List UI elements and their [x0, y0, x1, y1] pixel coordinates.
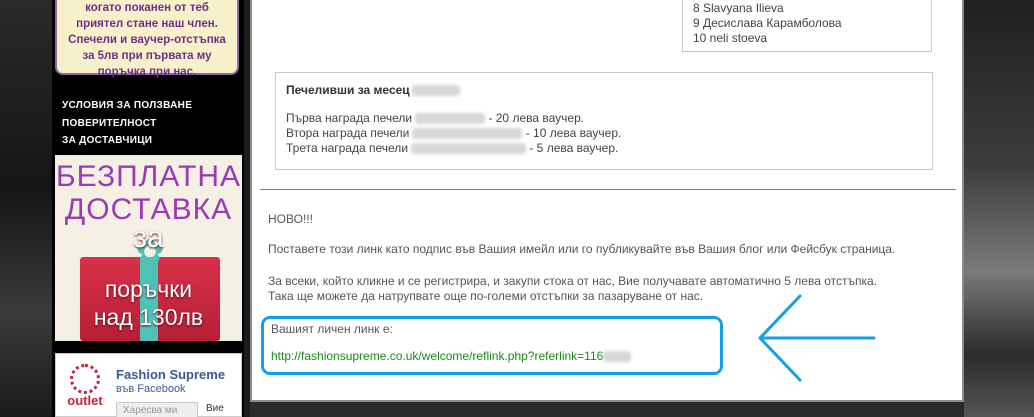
banner-line-1: БЕЗПЛАТНА — [55, 160, 242, 193]
privacy-link[interactable]: ПОВЕРИТЕЛНОСТ — [62, 115, 232, 133]
winner-suffix: - 10 лева ваучер. — [522, 126, 622, 140]
benefit-text-1: За всеки, който кликне и се регистрира, … — [268, 274, 878, 288]
referral-promo-box: когато поканен от теб приятел стане наш … — [55, 0, 239, 78]
winner-suffix: - 20 лева ваучер. — [485, 111, 585, 125]
winner-row: Трета награда печели - 5 лева ваучер. — [286, 141, 922, 156]
logo-word: outlet — [67, 393, 103, 408]
logo-ring-icon — [70, 364, 100, 394]
facebook-widget: outlet Fashion Supreme във Facebook Харе… — [55, 353, 242, 417]
promo-line: поръчка при нас. — [97, 66, 197, 78]
personal-link-box: Вашият личен линк е: http://fashionsupre… — [261, 316, 723, 375]
banner-line-3: поръчки — [104, 276, 193, 302]
winner-suffix: - 5 лева ваучер. — [526, 141, 619, 155]
list-item: 8 Slavyana Ilieva — [693, 1, 784, 15]
blurred-name — [412, 128, 523, 140]
list-item: 10 neli stoeva — [693, 31, 768, 45]
sidebar-links: УСЛОВИЯ ЗА ПОЛЗВАНЕ ПОВЕРИТЕЛНОСТ ЗА ДОС… — [62, 97, 232, 150]
background-left — [0, 0, 52, 417]
facebook-extra-text: Вие — [206, 403, 224, 414]
personal-referral-link[interactable]: http://fashionsupreme.co.uk/welcome/refl… — [271, 349, 632, 363]
blurred-name — [411, 143, 527, 155]
banner-za: за — [133, 221, 164, 254]
background-right — [964, 0, 1034, 417]
sidebar: когато поканен от теб приятел стане наш … — [52, 0, 244, 417]
facebook-like-button[interactable]: Харесва ми — [116, 402, 198, 417]
blurred-name — [415, 113, 486, 125]
new-label: НОВО!!! — [268, 212, 313, 226]
arrow-left-icon — [758, 294, 876, 382]
personal-link-label: Вашият личен линк е: — [271, 322, 393, 336]
blurred-month — [411, 85, 460, 97]
facebook-page-name[interactable]: Fashion Supreme — [116, 367, 225, 382]
winner-prefix: Втора награда печели — [286, 126, 410, 140]
outlet-logo: outlet — [64, 364, 106, 412]
suppliers-link[interactable]: ЗА ДОСТАВЧИЦИ — [62, 132, 232, 150]
promo-line: Спечели и ваучер-отстъпка — [68, 34, 226, 46]
winner-row: Втора награда печели - 10 лева ваучер. — [286, 126, 922, 141]
instruction-text: Поставете този линк като подпис във Ваши… — [268, 242, 896, 256]
page-bottom-strip — [250, 402, 964, 417]
promo-line: когато поканен от теб — [85, 2, 209, 14]
promo-line: приятел стане наш член. — [76, 18, 218, 30]
referral-link-text: http://fashionsupreme.co.uk/welcome/refl… — [271, 349, 604, 363]
promo-line: за 5лв при първата му — [82, 50, 212, 62]
winner-row: Първа награда печели - 20 лева ваучер. — [286, 111, 922, 126]
terms-link[interactable]: УСЛОВИЯ ЗА ПОЛЗВАНЕ — [62, 97, 232, 115]
winners-title-text: Печеливши за месец — [286, 83, 410, 97]
invited-friends-list: 8 Slavyana Ilieva 9 Десислава Карамболов… — [682, 0, 932, 52]
banner-line-4: над 130лв — [93, 304, 204, 330]
facebook-on-label[interactable]: във Facebook — [116, 383, 186, 395]
free-delivery-banner[interactable]: БЕЗПЛАТНА ДОСТАВКА ✿ за поръчки над 130л… — [55, 155, 242, 341]
list-item: 9 Десислава Карамболова — [693, 16, 842, 30]
section-divider — [260, 189, 956, 190]
winner-prefix: Трета награда печели — [286, 141, 409, 155]
winners-title: Печеливши за месец — [286, 83, 922, 98]
winner-prefix: Първа награда печели — [286, 111, 413, 125]
like-button-label: Харесва ми — [123, 405, 178, 416]
blurred-link-id — [603, 351, 632, 363]
monthly-winners-box: Печеливши за месец Първа награда печели … — [275, 72, 933, 170]
